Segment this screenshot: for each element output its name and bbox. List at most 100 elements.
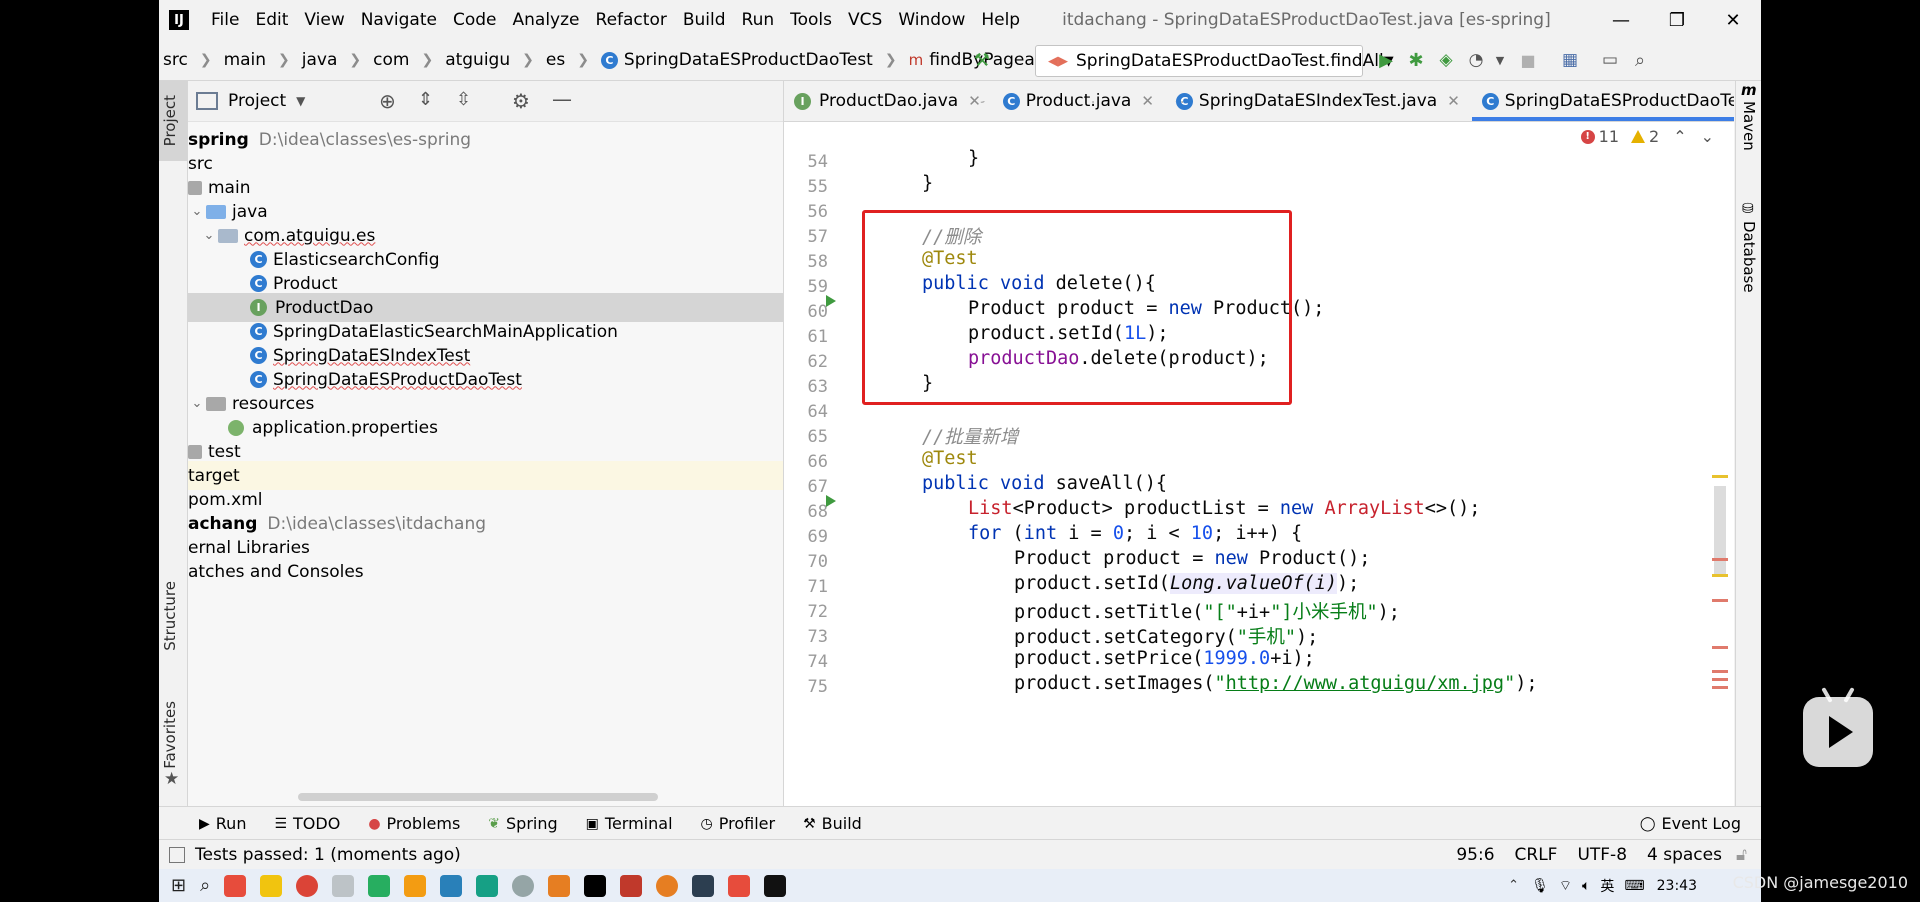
services-icon[interactable]: ▭ [1599,49,1621,71]
error-mark[interactable] [1712,686,1728,689]
run-icon[interactable]: ▶ [1375,49,1397,71]
video-play-button[interactable] [1803,687,1873,767]
run-test-gutter-icon[interactable] [826,295,836,307]
crumb-java[interactable]: java [300,50,340,70]
app-icon[interactable] [620,874,643,897]
menu-file[interactable]: File [203,10,247,30]
network-icon[interactable]: ⌔ [1559,877,1572,895]
file-explorer-icon[interactable] [260,874,283,897]
locate-icon[interactable]: ⊕ [379,89,396,113]
chevron-down-icon[interactable]: ⌄ [200,228,218,243]
debug-icon[interactable]: ✱ [1405,49,1427,71]
project-panel-title[interactable]: Project [228,91,286,111]
tree-item-scratches[interactable]: atches and Consoles [188,557,783,586]
search-icon[interactable]: ⌕ [200,875,210,896]
database-tool-tab[interactable]: Database [1740,221,1758,293]
inspection-widget[interactable]: ! 11 2 ⌃ ⌄ [1580,127,1714,146]
error-mark[interactable] [1712,670,1728,673]
profile-icon[interactable]: ◔ [1465,49,1487,71]
error-stripe[interactable] [1704,122,1734,806]
favorites-tool-tab[interactable]: Favorites [161,701,179,769]
menu-help[interactable]: Help [973,10,1028,30]
crumb-com[interactable]: com [371,50,411,70]
menu-tools[interactable]: Tools [782,10,840,30]
microphone-icon[interactable]: 🎙︎ [1531,878,1549,894]
spring-tool-button[interactable]: ❦ Spring [488,814,557,833]
warning-mark[interactable] [1712,475,1728,478]
error-mark[interactable] [1712,599,1728,602]
project-tool-tab[interactable]: Project [161,95,179,146]
coverage-icon[interactable]: ◈ [1435,49,1457,71]
chevron-down-icon[interactable]: ▼ [296,94,305,108]
menu-run[interactable]: Run [734,10,783,30]
search-icon[interactable]: ⌕ [1629,49,1651,71]
status-message[interactable]: Tests passed: 1 (moments ago) [195,845,461,865]
crumb-class[interactable]: C SpringDataESProductDaoTest [599,50,875,70]
problems-tool-button[interactable]: ● Problems [368,814,460,833]
run-tool-button[interactable]: ▶ Run [199,814,246,833]
build-hammer-icon[interactable]: ⚒ [971,49,993,71]
chevron-down-icon[interactable]: ⌄ [188,204,206,219]
tab-productdaotest[interactable]: C SpringDataESProductDaoTest.java ✕ [1471,81,1734,121]
maven-tool-tab[interactable]: Maven [1740,101,1758,151]
scroll-thumb[interactable] [1714,486,1726,576]
intellij-taskbar-icon[interactable] [584,874,607,897]
error-mark[interactable] [1712,678,1728,681]
ime-indicator[interactable]: 英 [1600,876,1614,896]
tab-productdao[interactable]: I ProductDao.java ✕ [784,81,993,121]
unlock-icon[interactable]: 🔓︎ [1736,845,1747,865]
toggle-tool-windows-icon[interactable] [169,847,185,863]
menu-code[interactable]: Code [445,10,505,30]
error-mark[interactable] [1712,558,1728,561]
app-icon[interactable] [548,874,571,897]
menu-navigate[interactable]: Navigate [353,10,445,30]
app-icon[interactable] [332,874,355,897]
crumb-es[interactable]: es [544,50,567,70]
crumb-main[interactable]: main [222,50,268,70]
app-icon[interactable] [368,874,391,897]
volume-icon[interactable]: 🔈︎ [1582,878,1590,894]
app-icon[interactable] [512,874,535,897]
error-mark[interactable] [1712,646,1728,649]
caret-position[interactable]: 95:6 [1456,845,1494,865]
file-encoding[interactable]: UTF-8 [1577,845,1627,865]
terminal-taskbar-icon[interactable] [764,874,787,897]
app-icon[interactable] [728,874,751,897]
url-link[interactable]: http://www.atguigu/xm.jpg [1226,673,1504,694]
app-icon[interactable] [656,874,679,897]
windows-start-icon[interactable]: ⊞ [171,875,186,896]
warning-mark[interactable] [1712,574,1728,577]
build-tool-button[interactable]: ⚒ Build [803,814,862,833]
horizontal-scrollbar[interactable] [298,793,658,801]
tray-chevron-up-icon[interactable]: ⌃ [1508,878,1519,893]
expand-all-icon[interactable]: ⇕ [418,89,433,110]
app-icon[interactable] [476,874,499,897]
collapse-all-icon[interactable]: ⇳ [456,89,471,110]
crumb-src[interactable]: src [161,50,190,70]
line-separator[interactable]: CRLF [1515,845,1558,865]
menu-edit[interactable]: Edit [247,10,296,30]
structure-tool-tab[interactable]: Structure [161,581,179,651]
menu-analyze[interactable]: Analyze [505,10,588,30]
crumb-atguigu[interactable]: atguigu [443,50,512,70]
run-test-gutter-icon[interactable] [826,495,836,507]
chevron-down-icon[interactable]: ⌄ [188,396,206,411]
profiler-tool-button[interactable]: ◷ Profiler [701,814,776,833]
chrome-icon[interactable] [296,874,319,897]
menu-window[interactable]: Window [890,10,973,30]
menu-build[interactable]: Build [675,10,734,30]
menu-view[interactable]: View [296,10,352,30]
menu-vcs[interactable]: VCS [840,10,890,30]
app-icon[interactable] [404,874,427,897]
project-structure-icon[interactable]: ▦ [1559,49,1581,71]
maximize-button[interactable]: ❐ [1649,0,1705,40]
indent-setting[interactable]: 4 spaces [1647,845,1722,865]
menu-refactor[interactable]: Refactor [588,10,675,30]
chevron-up-icon[interactable]: ⌃ [1673,127,1686,146]
minimize-button[interactable]: — [1593,0,1649,40]
todo-tool-button[interactable]: ☰ TODO [274,814,340,833]
event-log-button[interactable]: ◯ Event Log [1640,814,1741,833]
terminal-tool-button[interactable]: ▣ Terminal [586,814,673,833]
stop-icon[interactable]: ■ [1517,49,1539,71]
close-button[interactable]: ✕ [1705,0,1761,40]
